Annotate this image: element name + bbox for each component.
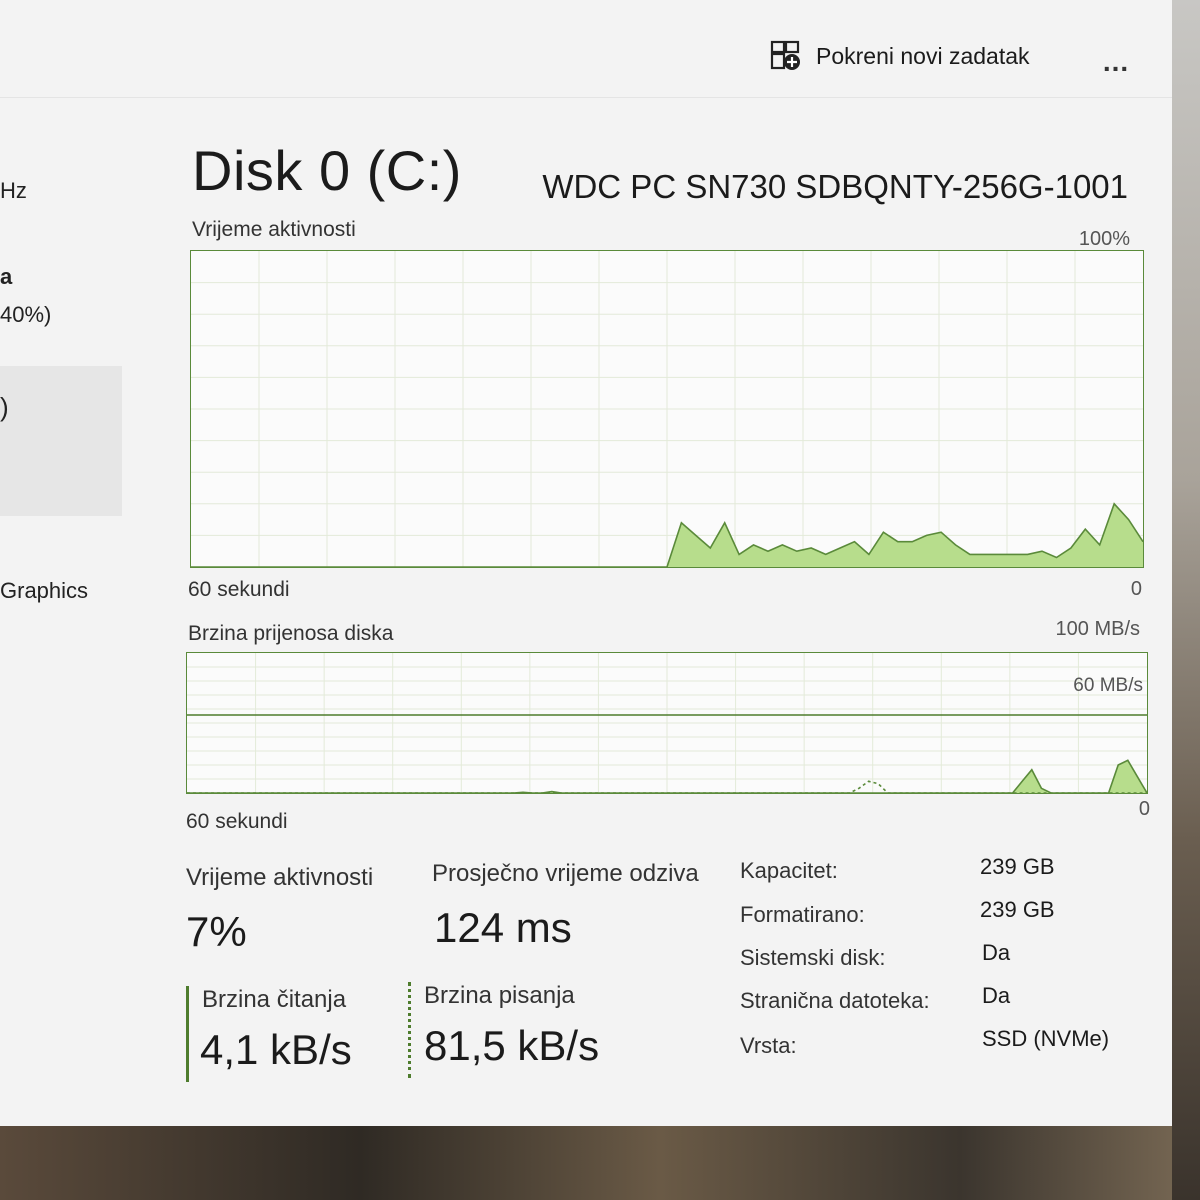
toolbar-divider — [0, 97, 1172, 98]
desk-background — [0, 1118, 1200, 1200]
read-speed-value: 4,1 kB/s — [200, 1026, 352, 1073]
new-task-label: Pokreni novi zadatak — [816, 42, 1030, 69]
activity-graph-min: 0 — [1130, 578, 1142, 600]
read-speed-marker — [186, 986, 189, 1082]
sidebar-item-disk[interactable]: ) — [0, 392, 9, 423]
response-time-value: 124 ms — [434, 904, 572, 951]
page-file-value: Da — [982, 983, 1011, 1008]
transfer-graph-min: 0 — [1138, 798, 1150, 820]
formatted-label: Formatirano: — [740, 902, 865, 927]
system-disk-label: Sistemski disk: — [740, 945, 886, 970]
desk-background-right — [1172, 0, 1200, 1200]
capacity-label: Kapacitet: — [740, 858, 838, 883]
disk-transfer-graph: 60 MB/s — [186, 652, 1148, 794]
disk-details-panel: Disk 0 (C:) WDC PC SN730 SDBQNTY-256G-10… — [186, 120, 1152, 1120]
active-time-label: Vrijeme aktivnosti — [186, 864, 374, 891]
write-speed-label: Brzina pisanja — [424, 982, 575, 1009]
disk-model: WDC PC SN730 SDBQNTY-256G-1001 — [542, 168, 1128, 205]
formatted-value: 239 GB — [980, 897, 1055, 922]
page-title: Disk 0 (C:) — [192, 139, 462, 202]
task-manager-window: Pokreni novi zadatak ... Hz a 40%) ) Gra… — [0, 0, 1172, 1126]
active-time-value: 7% — [186, 908, 247, 955]
type-label: Vrsta: — [740, 1033, 797, 1058]
activity-time-chart — [191, 251, 1143, 567]
capacity-value: 239 GB — [980, 854, 1055, 879]
page-file-label: Stranična datoteka: — [740, 988, 930, 1013]
new-task-icon — [770, 40, 800, 70]
activity-graph-max: 100% — [1078, 228, 1130, 250]
more-options-button[interactable]: ... — [1094, 44, 1138, 80]
sidebar-item-memory-usage[interactable]: 40%) — [0, 302, 51, 328]
transfer-graph-time-label: 60 sekundi — [186, 810, 288, 833]
disk-transfer-chart — [187, 653, 1147, 793]
sidebar-item-memory[interactable]: a — [0, 264, 12, 290]
activity-time-graph — [190, 250, 1144, 568]
response-time-label: Prosječno vrijeme odziva — [432, 860, 699, 887]
transfer-graph-scale: 60 MB/s — [1073, 675, 1143, 696]
write-speed-value: 81,5 kB/s — [424, 1022, 600, 1069]
write-speed-marker — [408, 982, 411, 1078]
sidebar-selected-item[interactable] — [0, 366, 122, 516]
activity-graph-label: Vrijeme aktivnosti — [192, 218, 356, 241]
system-disk-value: Da — [982, 940, 1011, 965]
sidebar-item-gpu[interactable]: Graphics — [0, 578, 88, 604]
activity-graph-time-label: 60 sekundi — [188, 578, 290, 601]
read-speed-label: Brzina čitanja — [202, 986, 347, 1013]
type-value: SSD (NVMe) — [982, 1026, 1110, 1051]
sidebar-item-cpu[interactable]: Hz — [0, 178, 27, 204]
more-icon: ... — [1102, 46, 1130, 77]
transfer-graph-max: 100 MB/s — [1055, 618, 1140, 640]
transfer-graph-label: Brzina prijenosa diska — [188, 622, 394, 645]
new-task-button[interactable]: Pokreni novi zadatak — [770, 40, 1030, 72]
